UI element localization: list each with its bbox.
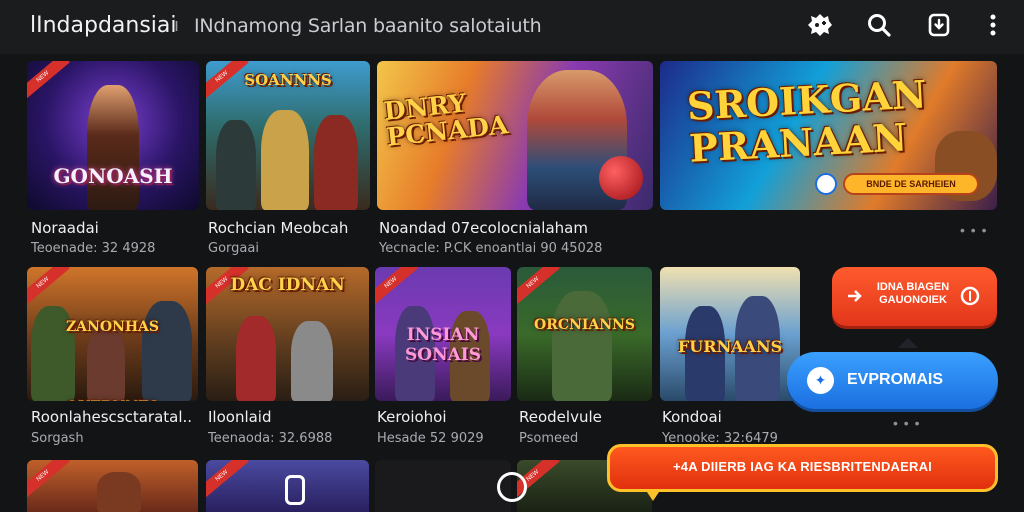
game-card-thumbnail[interactable]: NEW: [27, 460, 198, 512]
game-card-thumbnail[interactable]: NEW ORCNIANNS: [517, 267, 652, 401]
gift-icon: ✦: [807, 367, 834, 394]
hero-figure: [236, 316, 276, 401]
promotions-button[interactable]: ✦ EVPROMAIS: [787, 352, 998, 409]
game-card-thumbnail[interactable]: [375, 460, 511, 512]
game-meta: Teoenade: 32 4928: [31, 241, 156, 256]
recent-apps-button[interactable]: [285, 475, 305, 505]
hero-figure: [552, 291, 612, 401]
game-logo: ORCNIANNS: [534, 317, 635, 333]
game-artwork: [375, 460, 511, 512]
game-meta: Psomeed: [519, 431, 579, 446]
game-card-thumbnail[interactable]: NEW DAC IDNAN: [206, 267, 369, 401]
game-title[interactable]: Noandad 07ecolocnialaham: [379, 219, 588, 237]
game-title[interactable]: Roonlahescsctaratal..: [31, 408, 192, 426]
page-subtitle: INdnamong Sarlan baanito salotaiuth: [194, 15, 542, 37]
game-meta: Hesade 52 9029: [377, 431, 484, 446]
top-app-bar: lIndapdansiai ı INdnamong Sarlan baanito…: [0, 0, 1024, 54]
game-title[interactable]: Noraadai: [31, 219, 99, 237]
game-logo: DAC IDNAN: [230, 275, 345, 295]
search-icon[interactable]: [864, 10, 894, 40]
game-card-thumbnail[interactable]: NEW GONOASH: [27, 61, 199, 210]
game-title[interactable]: Rochcian Meobcah: [208, 219, 348, 237]
game-title[interactable]: Keroiohoi: [377, 408, 447, 426]
game-logo: GONOASH: [53, 164, 173, 188]
hero-figure: [97, 472, 141, 512]
more-vertical-icon[interactable]: [978, 10, 1008, 40]
power-orb: [599, 156, 643, 200]
game-meta: Yecnacle: P.CK enoantlai 90 45028: [379, 241, 603, 256]
banner-logo: SROIKGAN PRANAAN: [685, 71, 928, 171]
arrow-icon: [848, 290, 862, 302]
hero-figure: [261, 110, 309, 210]
download-app-icon[interactable]: [924, 10, 954, 40]
game-card-thumbnail[interactable]: FURNAANS: [660, 267, 800, 401]
more-options-dots[interactable]: • • •: [893, 415, 920, 431]
banner-tag: BNDE DE SARHEIEN: [843, 173, 979, 195]
hero-figure: [291, 321, 333, 401]
game-logo: FURNAANS: [677, 337, 783, 356]
hero-figure: [216, 120, 256, 210]
game-title[interactable]: Iloonlaid: [208, 408, 272, 426]
game-logo: ZANONHAS OUERNNES: [65, 319, 160, 401]
promo-button-label: IDNA BIAGEN GAUONOIEK: [876, 281, 950, 306]
hero-figure: [87, 85, 139, 210]
title-separator: ı: [174, 15, 180, 35]
promo-banner-button[interactable]: +4A DIIERB IAG KA RIESBRITENDAERAI: [607, 444, 998, 492]
home-button[interactable]: [497, 472, 527, 502]
featured-banner-card[interactable]: SROIKGAN PRANAAN BNDE DE SARHEIEN: [660, 61, 997, 210]
game-meta: Gorgaai: [208, 241, 259, 256]
app-title: lIndapdansiai: [30, 13, 177, 38]
promotions-button-label: EVPROMAIS: [847, 371, 944, 388]
coin-icon: [960, 286, 980, 306]
game-title[interactable]: Reodelvule: [519, 408, 602, 426]
game-card-thumbnail[interactable]: NEW ZANONHAS OUERNNES: [27, 267, 198, 401]
game-title[interactable]: Kondoai: [662, 408, 722, 426]
game-meta: Sorgash: [31, 431, 84, 446]
tooltip-pointer: [898, 338, 918, 348]
gamepad-icon[interactable]: [805, 10, 835, 40]
promo-banner-label: +4A DIIERB IAG KA RIESBRITENDAERAI: [672, 459, 932, 474]
play-badge-icon: [815, 173, 837, 195]
game-card-thumbnail[interactable]: NEW SOANNNS: [206, 61, 370, 210]
game-card-thumbnail[interactable]: NEW INSIAN SONAIS: [375, 267, 511, 401]
game-card-thumbnail[interactable]: DNRY PCNADA: [377, 61, 653, 210]
promo-action-button[interactable]: IDNA BIAGEN GAUONOIEK: [832, 267, 997, 326]
game-logo: INSIAN SONAIS: [404, 325, 482, 365]
banner-pointer: [645, 489, 661, 501]
hero-figure: [314, 115, 358, 210]
more-options-dots[interactable]: • • •: [960, 222, 987, 238]
game-logo: SOANNNS: [244, 71, 332, 89]
game-meta: Teenaoda: 32.6988: [208, 431, 333, 446]
